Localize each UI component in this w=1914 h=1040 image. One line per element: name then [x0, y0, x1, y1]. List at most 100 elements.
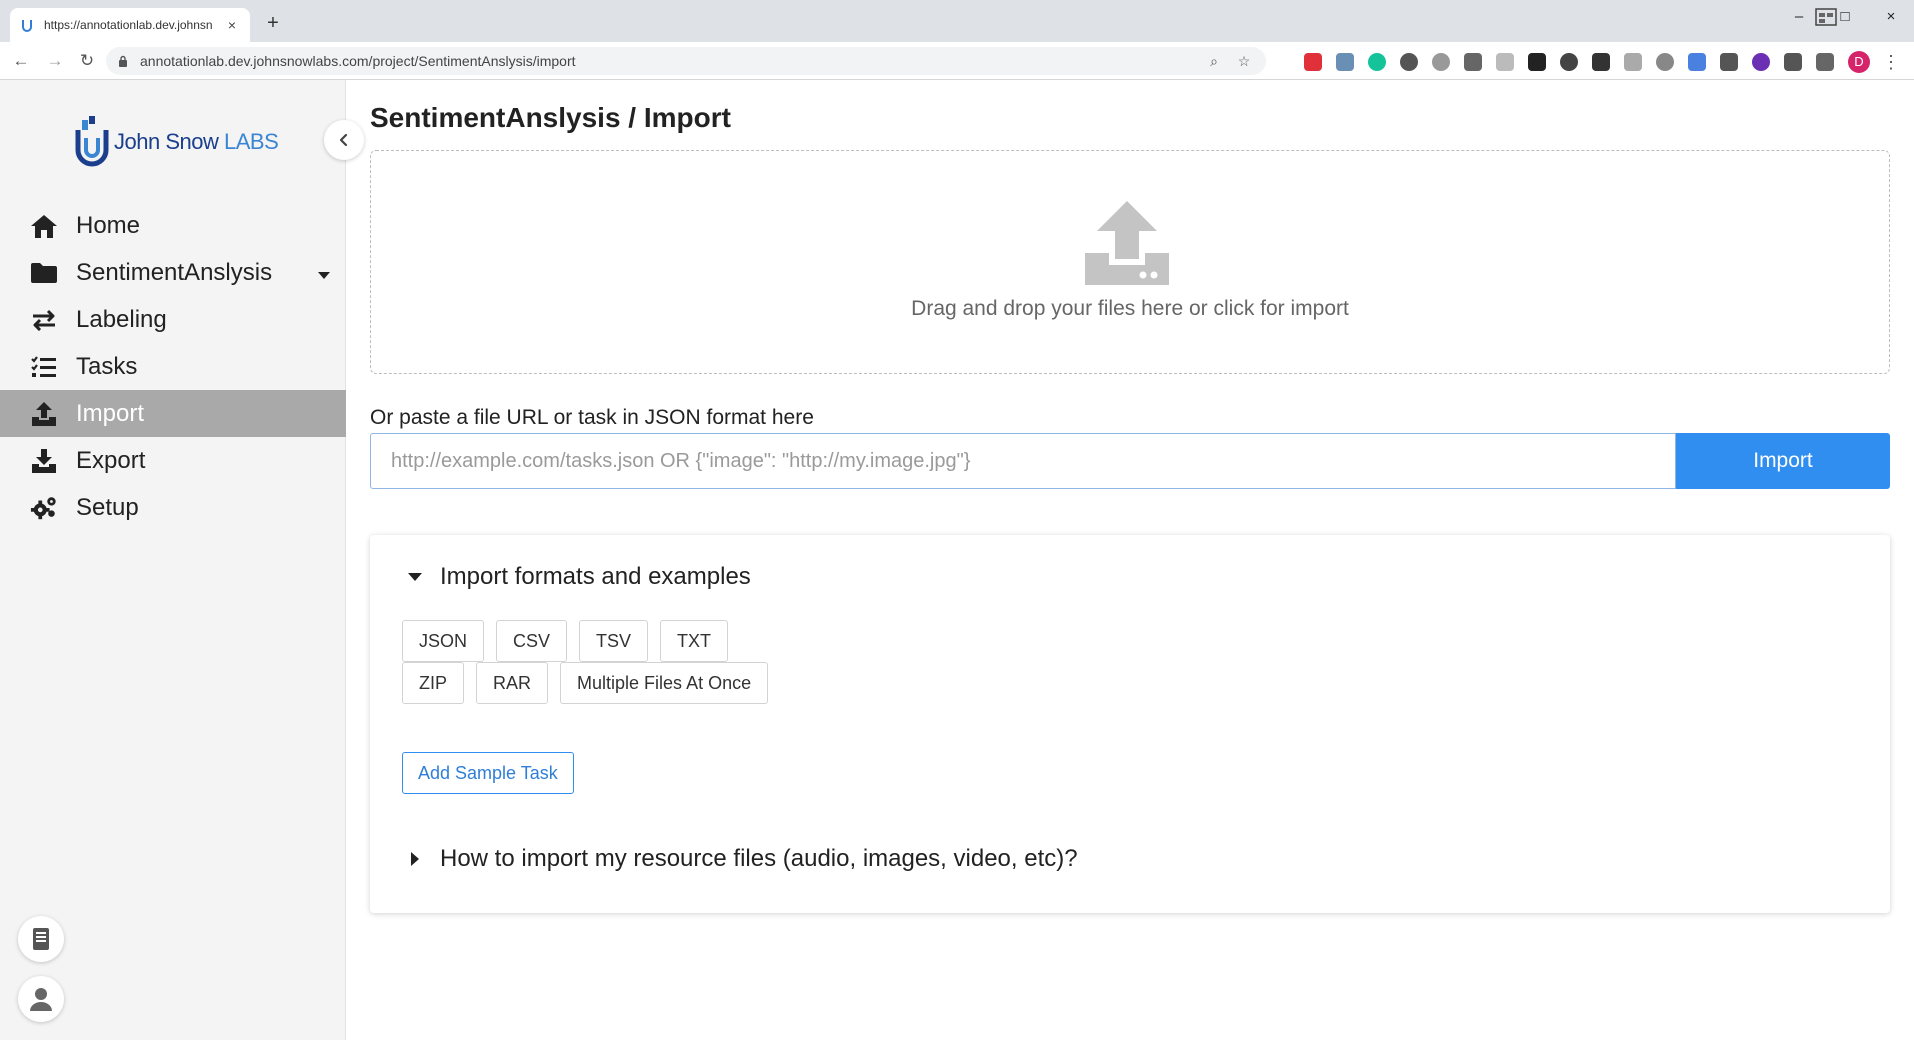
format-rar-button[interactable]: RAR	[476, 662, 549, 704]
new-tab-button[interactable]: +	[262, 12, 284, 34]
sidebar-item-label: Labeling	[76, 305, 167, 333]
sidebar-item-import[interactable]: Import	[0, 390, 346, 437]
close-window-button[interactable]: ×	[1868, 0, 1914, 32]
breadcrumb-current: Import	[643, 102, 731, 133]
format-txt-button[interactable]: TXT	[660, 620, 729, 662]
extension-icon[interactable]	[1528, 53, 1546, 71]
format-zip-button[interactable]: ZIP	[402, 662, 465, 704]
gears-icon	[30, 494, 58, 522]
window-controls: – □ ×	[1776, 0, 1914, 32]
formats-title: Import formats and examples	[440, 563, 751, 590]
upload-file-icon	[1085, 201, 1169, 285]
file-dropzone[interactable]: Drag and drop your files here or click f…	[370, 150, 1890, 374]
browser-menu-icon[interactable]: ⋮	[1882, 53, 1900, 71]
url-text: annotationlab.dev.johnsnowlabs.com/proje…	[140, 53, 576, 69]
exchange-arrows-icon	[30, 306, 58, 334]
logo-text: John Snow LABS	[114, 129, 279, 154]
translate-icon[interactable]	[1688, 53, 1706, 71]
user-account-button[interactable]	[18, 976, 64, 1022]
extension-icon[interactable]	[1592, 53, 1610, 71]
task-list-icon	[30, 353, 58, 381]
sidebar-item-setup[interactable]: Setup	[0, 484, 346, 531]
caret-right-icon	[411, 852, 419, 866]
formats-toggle[interactable]: Import formats and examples	[408, 563, 751, 591]
extension-icon[interactable]	[1720, 53, 1738, 71]
tab-title: https://annotationlab.dev.johnsn	[44, 18, 213, 32]
minimize-button[interactable]: –	[1776, 0, 1822, 32]
sidebar-item-home[interactable]: Home	[0, 202, 346, 249]
collapse-sidebar-button[interactable]	[324, 120, 364, 160]
lock-icon	[119, 55, 127, 67]
profile-avatar[interactable]: D	[1848, 51, 1870, 73]
paste-label: Or paste a file URL or task in JSON form…	[370, 406, 814, 429]
sidebar-item-tasks[interactable]: Tasks	[0, 343, 346, 390]
sidebar-item-project[interactable]: SentimentAnslysis	[0, 249, 346, 296]
add-sample-task-button[interactable]: Add Sample Task	[402, 752, 574, 794]
upload-icon	[30, 400, 58, 428]
resources-title: How to import my resource files (audio, …	[440, 845, 1078, 872]
extension-icon[interactable]	[1624, 53, 1642, 71]
format-csv-button[interactable]: CSV	[496, 620, 568, 662]
chevron-left-icon	[339, 133, 348, 147]
caret-down-icon	[408, 573, 422, 581]
extensions-bar: D ⋮	[1304, 51, 1900, 73]
sidebar-item-export[interactable]: Export	[0, 437, 346, 484]
format-tsv-button[interactable]: TSV	[579, 620, 649, 662]
logo-mark-icon	[75, 116, 109, 167]
import-button[interactable]: Import	[1676, 433, 1890, 489]
address-bar[interactable]: annotationlab.dev.johnsnowlabs.com/proje…	[106, 47, 1266, 75]
john-snow-labs-logo[interactable]: John Snow LABS	[74, 116, 279, 168]
extension-icon[interactable]	[1752, 53, 1770, 71]
extension-icon[interactable]	[1464, 53, 1482, 71]
extension-icon[interactable]	[1496, 53, 1514, 71]
home-icon	[30, 212, 58, 240]
tab-close-icon[interactable]: ×	[224, 17, 240, 33]
format-buttons-row-1: JSON CSV TSV TXT	[402, 620, 740, 662]
folder-icon	[30, 259, 58, 287]
puzzle-extensions-icon[interactable]	[1784, 53, 1802, 71]
format-json-button[interactable]: JSON	[402, 620, 485, 662]
site-favicon-icon	[22, 20, 32, 32]
browser-toolbar: ← → ↻ annotationlab.dev.johnsnowlabs.com…	[0, 42, 1914, 80]
format-buttons-row-2: ZIP RAR Multiple Files At Once	[402, 662, 780, 704]
user-icon	[30, 988, 52, 1011]
import-formats-panel: Import formats and examples JSON CSV TSV…	[370, 535, 1890, 913]
extension-icon[interactable]	[1656, 53, 1674, 71]
browser-tabbar: https://annotationlab.dev.johnsn × + – □…	[0, 0, 1914, 42]
reading-list-icon[interactable]	[1816, 53, 1834, 71]
caret-down-icon[interactable]	[318, 259, 330, 287]
format-multiple-files-button[interactable]: Multiple Files At Once	[560, 662, 769, 704]
sidebar-item-labeling[interactable]: Labeling	[0, 296, 346, 343]
sidebar-nav: Home SentimentAnslysis Labeling Tasks Im…	[0, 202, 346, 531]
resources-toggle[interactable]: How to import my resource files (audio, …	[408, 845, 1078, 873]
download-icon	[30, 447, 58, 475]
breadcrumb-separator: /	[620, 102, 644, 133]
extension-icon[interactable]	[1304, 53, 1322, 71]
url-json-input[interactable]	[370, 433, 1676, 489]
extension-icon[interactable]	[1336, 53, 1354, 71]
bookmark-star-icon[interactable]: ☆	[1234, 53, 1254, 70]
forward-arrow-icon[interactable]: →	[44, 50, 66, 72]
sidebar-item-label: Home	[76, 211, 141, 239]
zoom-icon[interactable]: ⌕	[1204, 53, 1224, 70]
dropzone-text: Drag and drop your files here or click f…	[911, 297, 1349, 320]
extension-icon[interactable]	[1560, 53, 1578, 71]
page-title: SentimentAnslysis / Import	[370, 102, 731, 134]
maximize-button[interactable]: □	[1822, 0, 1868, 32]
back-arrow-icon[interactable]: ←	[10, 50, 32, 72]
sidebar-item-label: Export	[76, 446, 146, 474]
breadcrumb-project[interactable]: SentimentAnslysis	[370, 102, 621, 133]
sidebar-item-label: Import	[76, 399, 145, 427]
book-icon	[33, 928, 49, 950]
extension-icon[interactable]	[1432, 53, 1450, 71]
extension-icon[interactable]	[1400, 53, 1418, 71]
browser-tab[interactable]: https://annotationlab.dev.johnsn ×	[10, 8, 250, 42]
main-content: SentimentAnslysis / Import Drag and drop…	[346, 80, 1914, 1040]
sidebar-item-label: SentimentAnslysis	[76, 258, 273, 286]
sidebar: John Snow LABS Home SentimentAnslysis La…	[0, 80, 364, 1040]
documentation-button[interactable]	[18, 916, 64, 962]
grammarly-icon[interactable]	[1368, 53, 1386, 71]
sidebar-item-label: Tasks	[76, 352, 138, 380]
reload-icon[interactable]: ↻	[76, 50, 98, 72]
sidebar-item-label: Setup	[76, 493, 139, 521]
